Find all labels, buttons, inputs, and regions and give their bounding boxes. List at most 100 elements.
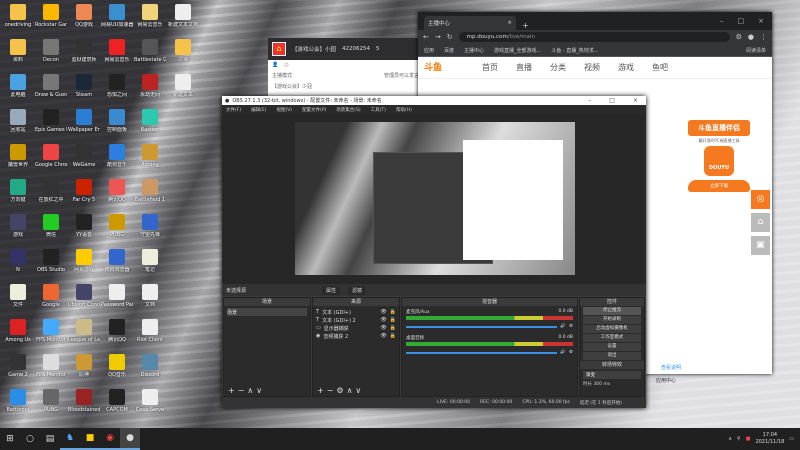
control-button-1[interactable]: 开始录制 — [583, 316, 641, 324]
desktop-icon[interactable]: Riot Client — [134, 319, 166, 343]
desktop-icon[interactable]: Game 2 — [2, 354, 34, 378]
desktop-icon[interactable]: 网易云音乐 — [134, 4, 166, 28]
tray-app-icon[interactable]: ■ — [746, 436, 751, 442]
desktop-icon[interactable]: FPS Monitor — [35, 354, 67, 378]
desktop-icon[interactable]: 在放红之中 — [35, 179, 67, 203]
desktop-icon[interactable]: 新建文本文档 — [167, 4, 199, 28]
desktop-icon[interactable]: 守望先锋 — [134, 214, 166, 238]
desktop-icon[interactable]: OBS Studio — [35, 249, 67, 273]
source-item[interactable]: ▭ 显示器捕获 👁 🔒 — [316, 324, 396, 332]
desktop-icon[interactable]: Battlestate Games — [134, 39, 166, 63]
profile-icon[interactable]: ● — [748, 33, 754, 41]
transition-select[interactable]: 渐变 — [583, 371, 641, 379]
gear-icon[interactable]: ⚙ — [569, 324, 573, 329]
new-tab-button[interactable]: + — [522, 21, 529, 30]
notification-icon[interactable]: ▭ — [789, 436, 794, 442]
desktop-icon[interactable]: 网易云音乐 — [101, 39, 133, 63]
menu-item[interactable]: 场景集合(S) — [336, 107, 360, 113]
desktop-icon[interactable]: 只狼 — [167, 39, 199, 63]
lock-icon[interactable]: 🔒 — [390, 325, 396, 331]
bookmark[interactable]: 斗鱼 - 直播_热地求... — [551, 47, 598, 54]
minimize-button[interactable]: – — [720, 17, 724, 25]
search-icon[interactable]: ○ — [284, 62, 288, 68]
desktop-icon[interactable]: WeGame — [68, 144, 100, 168]
volume-slider[interactable] — [406, 325, 558, 328]
minimize-button[interactable]: – — [588, 97, 591, 104]
desktop-icon[interactable]: Bloodstained — [68, 389, 100, 413]
taskbar-app-icon[interactable]: ♞ — [60, 428, 80, 450]
desktop-icon[interactable]: Far Cry 5 — [68, 179, 100, 203]
nav-games[interactable]: 游戏 — [618, 62, 634, 73]
desktop-icon[interactable]: 网易UU加速器 — [101, 4, 133, 28]
desktop-icon[interactable]: YY语音 — [68, 214, 100, 238]
desktop-icon[interactable]: Draw & Guess — [35, 74, 67, 98]
menu-item[interactable]: 视图(V) — [276, 107, 292, 113]
desktop-icon[interactable]: League of Legends — [68, 319, 100, 343]
desktop-icon[interactable]: Bastion — [134, 109, 166, 133]
desktop-icon[interactable]: Epic Games Launcher — [35, 109, 67, 133]
bookmark[interactable]: 百度 — [444, 47, 454, 54]
maximize-button[interactable]: □ — [738, 17, 745, 25]
lock-icon[interactable]: 🔒 — [390, 333, 396, 339]
tab-anchor-center[interactable]: 主播中心 × — [424, 16, 516, 30]
properties-button[interactable]: 属性 — [322, 285, 341, 295]
desktop-icon[interactable]: N — [2, 249, 34, 273]
lock-icon[interactable]: 🔒 — [390, 309, 396, 315]
desktop-icon[interactable]: 搜狗浏览器 — [101, 249, 133, 273]
lock-icon[interactable]: 🔒 — [390, 317, 396, 323]
control-button-4[interactable]: 设置 — [583, 343, 641, 351]
duration-input[interactable]: 300 ms — [593, 382, 610, 387]
obs-taskbar-icon[interactable]: ● — [120, 428, 140, 450]
clock[interactable]: 17:04 2021/11/18 — [755, 432, 784, 446]
desktop-icon[interactable]: Among — [134, 144, 166, 168]
close-tab-icon[interactable]: × — [507, 20, 512, 26]
desktop-icon[interactable]: 恐惧之间 — [101, 74, 133, 98]
nav-live[interactable]: 直播 — [516, 62, 532, 73]
scene-toolbar[interactable]: +−∧∨ — [228, 386, 265, 395]
nav-yuba[interactable]: 鱼吧 — [652, 62, 668, 73]
source-item[interactable]: T 文本 (GDI+) 2 👁 🔒 — [316, 316, 396, 324]
desktop-icon[interactable]: Battlenet — [2, 389, 34, 413]
visibility-icon[interactable]: 👁 — [380, 333, 386, 339]
desktop-icon[interactable]: 新建文本 — [167, 74, 199, 98]
start-button[interactable]: ⊞ — [0, 428, 20, 450]
desktop-icon[interactable]: Wallpaper Engine — [68, 109, 100, 133]
desktop-icon[interactable]: Decon — [35, 39, 67, 63]
mode-select[interactable]: 主播模式 — [272, 72, 292, 79]
nav-category[interactable]: 分类 — [550, 62, 566, 73]
desktop-icon[interactable]: Password Party — [101, 284, 133, 308]
menu-icon[interactable]: ⋮ — [760, 33, 767, 41]
douyu-logo[interactable]: 斗鱼 — [424, 60, 464, 76]
address-bar[interactable]: mp.douyu.com/live/main — [458, 32, 730, 42]
desktop-icon[interactable]: 回收站 — [2, 109, 34, 133]
preview-area[interactable] — [222, 114, 646, 284]
menu-item[interactable]: 编辑(E) — [251, 107, 266, 113]
bookmark[interactable]: 应用 — [424, 47, 434, 54]
network-icon[interactable]: ⚲ — [737, 436, 741, 442]
app-center[interactable]: 应用中心 — [656, 377, 676, 384]
tray-chevron-icon[interactable]: ∧ — [728, 436, 732, 442]
source-item[interactable]: T 文本 (GDI+) 👁 🔒 — [316, 308, 396, 316]
desktop-icon[interactable]: QQ游戏 — [68, 4, 100, 28]
close-button[interactable]: × — [758, 17, 764, 25]
task-view-icon[interactable]: ▤ — [40, 428, 60, 450]
desktop-icon[interactable]: Discord — [134, 354, 166, 378]
bookmark[interactable]: 主播中心 — [464, 47, 484, 54]
control-button-0[interactable]: 停止推流 — [583, 307, 641, 315]
visibility-icon[interactable]: 👁 — [380, 325, 386, 331]
desktop-icon[interactable]: 此电脑 — [2, 74, 34, 98]
desktop-icon[interactable]: 永劫无间 — [134, 74, 166, 98]
desktop-icon[interactable]: Battlefield 1 — [134, 179, 166, 203]
desktop-icon[interactable]: 原神 — [68, 354, 100, 378]
scene-item[interactable]: 场景 — [227, 308, 307, 316]
nav-home[interactable]: 首页 — [482, 62, 498, 73]
chrome-taskbar-icon[interactable]: ◉ — [100, 428, 120, 450]
desktop-icon[interactable]: 微信 — [35, 214, 67, 238]
home-icon[interactable]: ⌂ — [272, 42, 286, 56]
desktop-icon[interactable]: 文件 — [2, 284, 34, 308]
gear-icon[interactable]: ⚙ — [569, 350, 573, 355]
desktop-icon[interactable]: FPS Monitor — [35, 319, 67, 343]
desktop-icon[interactable]: 魔兽世界 — [2, 144, 34, 168]
desktop-icon[interactable]: 腾讯QQ — [101, 319, 133, 343]
back-icon[interactable]: ← — [423, 33, 429, 41]
